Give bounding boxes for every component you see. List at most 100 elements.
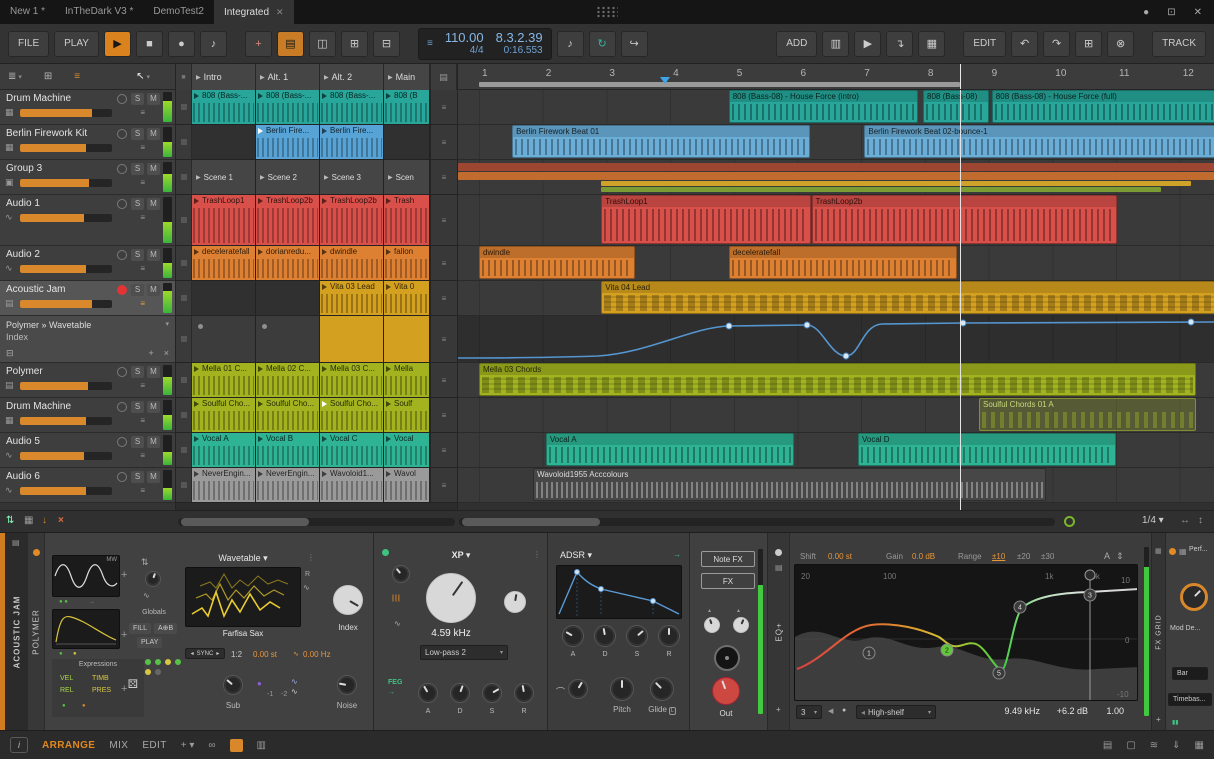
clip-cell[interactable]: Soulful Cho... xyxy=(320,398,384,432)
audio-engine-icon[interactable]: ♪ xyxy=(556,30,584,57)
scene-row-menu[interactable]: ≡ xyxy=(430,281,457,315)
track-options-icon[interactable]: ≡ xyxy=(140,108,145,117)
clip-play-icon[interactable] xyxy=(194,471,199,477)
eq-add-icon[interactable]: + xyxy=(776,705,781,714)
automation-point[interactable] xyxy=(1187,318,1195,326)
project-tab-1[interactable]: New 1 * xyxy=(0,0,55,24)
arranger-track-lane[interactable]: Vocal A Vocal D xyxy=(458,433,1214,468)
timebase-display[interactable]: Timebas... xyxy=(1168,693,1212,706)
arranger-clip[interactable]: TrashLoop1 xyxy=(601,195,812,244)
scene-header-4[interactable]: ▶ Main xyxy=(384,64,430,90)
expr-timb[interactable]: TIMB xyxy=(92,675,109,682)
expr-pres[interactable]: PRES xyxy=(92,687,111,694)
clip-cell[interactable]: dorianredu... xyxy=(256,246,320,280)
drive-knob[interactable] xyxy=(392,565,410,583)
gain-value[interactable]: 0.0 dB xyxy=(912,552,935,561)
perf-macro-knob[interactable] xyxy=(1180,583,1208,611)
arranger-record-button[interactable]: ⊞ xyxy=(340,30,368,57)
solo-button[interactable]: S xyxy=(131,471,144,483)
view-edit-button[interactable]: EDIT xyxy=(142,740,166,751)
track-header[interactable]: Audio 6 ∿ S M ≡ xyxy=(0,468,175,503)
pan-display[interactable] xyxy=(714,645,740,671)
mute-button[interactable]: M xyxy=(147,128,160,140)
bar-display[interactable]: Bar xyxy=(1172,667,1208,680)
clip-play-icon[interactable] xyxy=(386,198,391,204)
track-header[interactable]: Audio 1 ∿ S M ≡ xyxy=(0,195,175,246)
track-header[interactable]: Berlin Firework Kit ▦ S M ≡ xyxy=(0,125,175,160)
stop-button[interactable]: ■ xyxy=(135,30,163,57)
track-options-icon[interactable]: ≡ xyxy=(140,213,145,222)
scene-row-menu[interactable]: ≡ xyxy=(430,433,457,467)
loop-selector-icon[interactable] xyxy=(1064,516,1075,527)
send-a-knob[interactable] xyxy=(704,617,720,633)
index-knob[interactable] xyxy=(333,585,363,615)
track-options-icon[interactable]: ≡ xyxy=(140,264,145,273)
mute-button[interactable]: M xyxy=(147,163,160,175)
automation-slot[interactable] xyxy=(256,316,320,362)
note-fx-tab[interactable]: Note FX xyxy=(701,551,755,567)
volume-fader[interactable] xyxy=(20,214,112,222)
solo-button[interactable]: S xyxy=(131,436,144,448)
track-button[interactable]: TRACK xyxy=(1152,30,1206,57)
automation-point[interactable] xyxy=(842,352,850,360)
clip-play-icon[interactable] xyxy=(386,401,391,407)
shift-value[interactable]: 0.00 st xyxy=(828,552,852,561)
solo-button[interactable]: S xyxy=(131,163,144,175)
link-toggle-icon[interactable]: ∞ xyxy=(208,740,215,751)
clip-play-icon[interactable] xyxy=(258,436,263,442)
band-type-dropdown[interactable]: ◂ High-shelf ▾ xyxy=(856,705,936,719)
out-knob[interactable] xyxy=(712,677,740,705)
arranger-track-lane[interactable]: dwindle deceleratefall xyxy=(458,246,1214,281)
arranger-track-lane[interactable]: Soulful Chords 01 A xyxy=(458,398,1214,433)
close-lanes-icon[interactable]: × xyxy=(58,515,64,526)
stop-all-clips-button[interactable]: ■ xyxy=(176,64,192,90)
grid-resolution-value[interactable]: 1/4 ▾ xyxy=(1142,515,1164,526)
autoscroll-icon[interactable]: ⇅ xyxy=(6,515,14,526)
mute-button[interactable]: M xyxy=(147,471,160,483)
group-scene-cell[interactable]: ▶ Scen xyxy=(384,160,430,194)
clip-play-icon[interactable] xyxy=(386,471,391,477)
band-prev-icon[interactable]: ◀ xyxy=(828,707,833,715)
lane-mode-icon[interactable]: ⊟ xyxy=(6,348,14,359)
pitch-knob[interactable] xyxy=(145,571,161,587)
track-options-icon[interactable]: ≡ xyxy=(140,416,145,425)
track-options-icon[interactable]: ≡ xyxy=(140,299,145,308)
band-q-value[interactable]: 1.00 xyxy=(1094,706,1124,716)
solo-button[interactable]: S xyxy=(131,366,144,378)
cutoff-knob[interactable] xyxy=(426,573,476,623)
playhead-ruler-line[interactable] xyxy=(959,64,961,89)
eq-band-badge[interactable]: 3 xyxy=(1083,588,1097,602)
eq-updown-icon[interactable]: ⇕ xyxy=(1116,551,1124,562)
overdub-button[interactable]: ◫ xyxy=(308,30,336,57)
automation-slot[interactable] xyxy=(192,316,256,362)
track-options-icon[interactable]: ≡ xyxy=(140,486,145,495)
tempo-value[interactable]: 110.00 xyxy=(445,31,484,44)
envelope-display[interactable] xyxy=(52,609,120,649)
env-d-knob[interactable] xyxy=(594,625,616,647)
filter-menu-icon[interactable]: ⋮ xyxy=(533,550,541,559)
list-view-icon[interactable]: ≡ xyxy=(74,71,80,82)
record-arm-button[interactable] xyxy=(117,285,127,295)
solo-button[interactable]: S xyxy=(131,128,144,140)
browser-icon-button[interactable]: ▦ xyxy=(918,30,946,57)
track-header[interactable]: Group 3 ▣ S M ≡ xyxy=(0,160,175,195)
arranger-track-lane[interactable]: Wavoloid1955 Acccolours xyxy=(458,468,1214,503)
curve-knob[interactable] xyxy=(568,679,588,699)
mod-delay-label[interactable]: Mod De... xyxy=(1170,625,1200,632)
project-tab-2[interactable]: InTheDark V3 * xyxy=(55,0,143,24)
scene-row-menu[interactable]: ≡ xyxy=(430,90,457,124)
clip-cell[interactable]: Trash xyxy=(384,195,430,245)
playhead[interactable] xyxy=(959,90,961,510)
env-r-knob[interactable] xyxy=(658,625,680,647)
add-lane-button[interactable]: + xyxy=(148,348,153,358)
clip-play-icon[interactable] xyxy=(194,436,199,442)
clip-cell[interactable]: deceleratefall xyxy=(192,246,256,280)
group-scene-cell[interactable]: ▶ Scene 3 xyxy=(320,160,384,194)
sub-octave-2[interactable]: -2 xyxy=(281,691,287,698)
record-arm-button[interactable] xyxy=(117,472,127,482)
launcher-overdub-button[interactable]: ⊟ xyxy=(372,30,400,57)
scene-play-icon[interactable]: ▶ xyxy=(324,74,329,81)
mute-button[interactable]: M xyxy=(147,401,160,413)
perf-title[interactable]: Perf... xyxy=(1189,546,1208,553)
clip-play-icon[interactable] xyxy=(386,93,391,99)
